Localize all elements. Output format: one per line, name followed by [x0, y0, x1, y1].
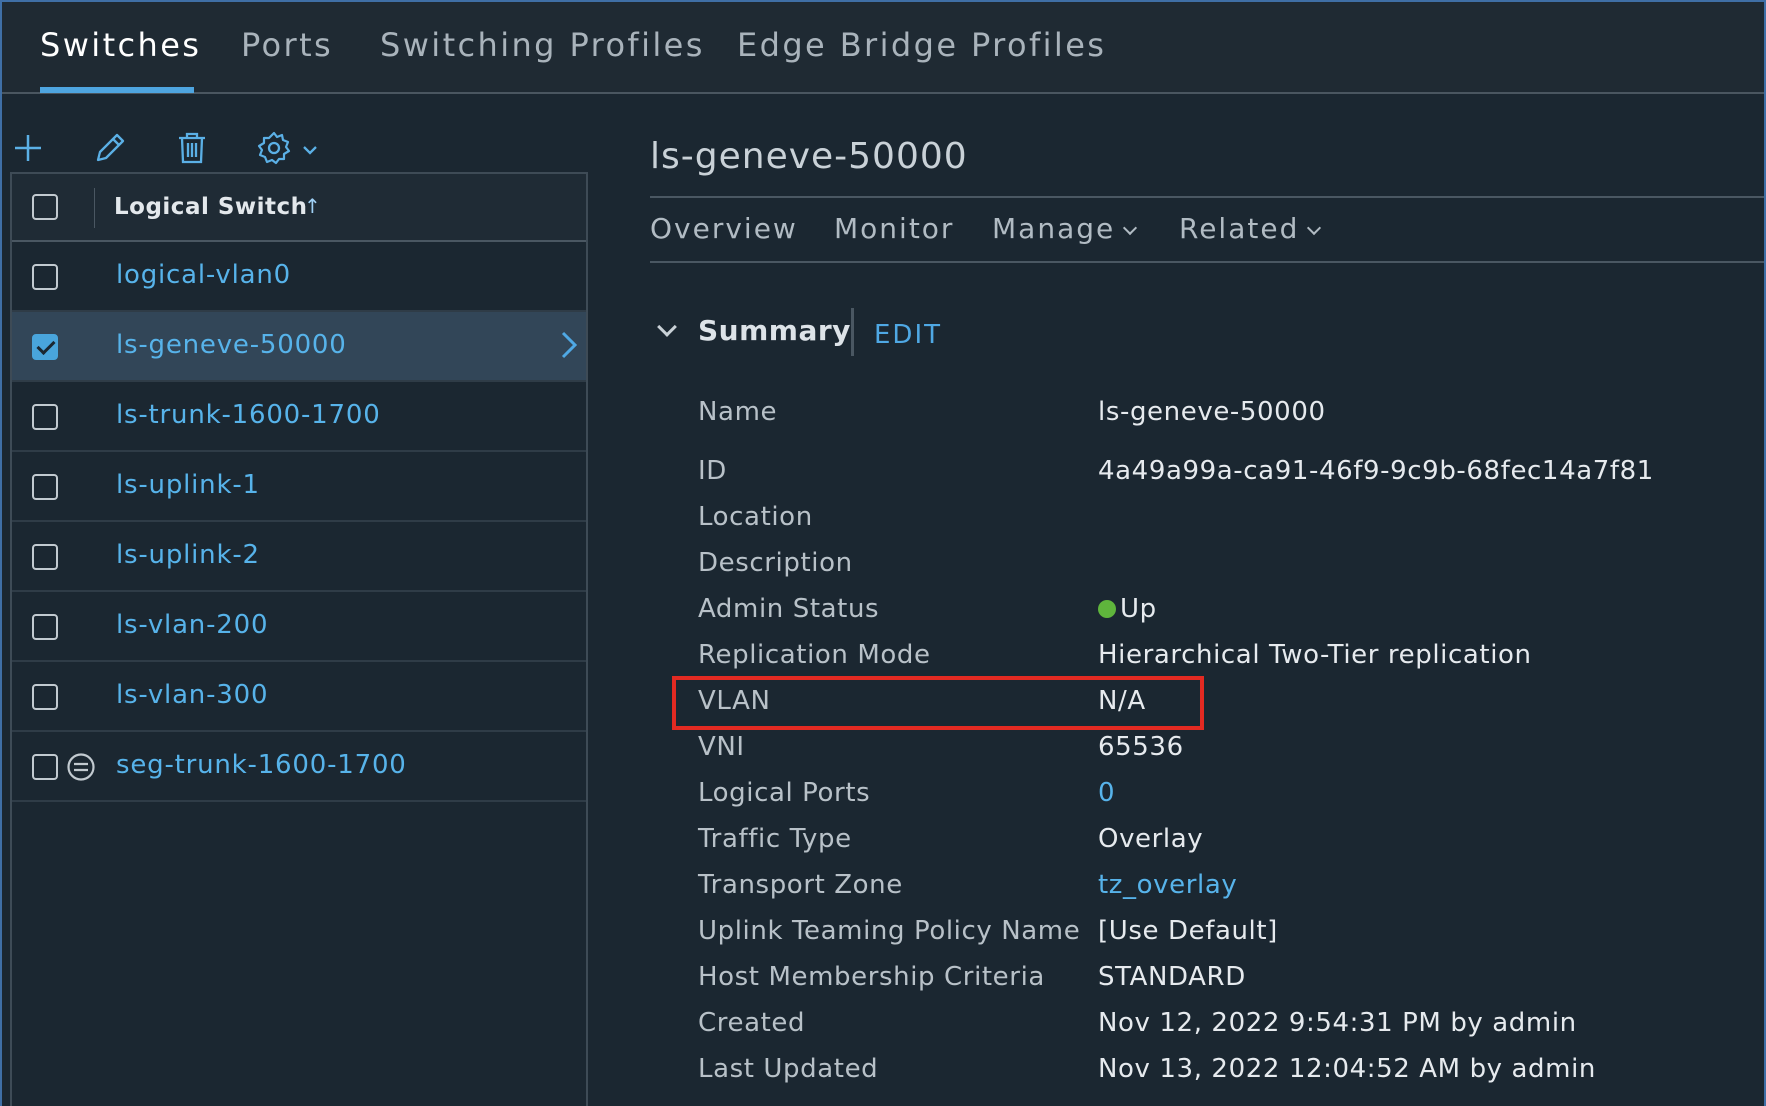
edit-button[interactable]: EDIT — [874, 320, 942, 350]
logical-ports-link[interactable]: 0 — [1098, 778, 1115, 808]
prop-label-logical-ports: Logical Ports — [698, 778, 871, 808]
tab-manage[interactable]: Manage — [992, 212, 1138, 245]
collapse-chevron-icon[interactable] — [657, 317, 677, 337]
table-row-selected[interactable]: ls-geneve-50000 — [12, 312, 586, 382]
tab-monitor[interactable]: Monitor — [834, 212, 954, 245]
table-row[interactable]: ls-uplink-1 — [12, 452, 586, 522]
trash-icon[interactable] — [174, 130, 210, 166]
tab-overview[interactable]: Overview — [650, 212, 798, 245]
tab-switching-profiles[interactable]: Switching Profiles — [380, 26, 705, 64]
summary-divider — [851, 308, 854, 356]
table-row[interactable]: seg-trunk-1600-1700 — [12, 732, 586, 802]
tab-switches[interactable]: Switches — [40, 26, 201, 64]
table-row[interactable]: ls-vlan-300 — [12, 662, 586, 732]
prop-value-name: ls-geneve-50000 — [1098, 397, 1326, 427]
tab-related[interactable]: Related — [1179, 212, 1322, 245]
prop-label-last-updated: Last Updated — [698, 1054, 879, 1084]
row-label[interactable]: ls-vlan-200 — [116, 610, 268, 640]
row-checkbox[interactable] — [32, 474, 58, 500]
row-label[interactable]: logical-vlan0 — [116, 260, 291, 290]
prop-value-admin-status: Up — [1098, 594, 1157, 624]
prop-value-created: Nov 12, 2022 9:54:31 PM by admin — [1098, 1008, 1577, 1038]
tab-ports[interactable]: Ports — [241, 26, 333, 64]
list-header: Logical Switch ↑ — [12, 174, 586, 242]
tabs-divider — [650, 261, 1764, 263]
prop-label-name: Name — [698, 397, 778, 427]
prop-value-last-updated: Nov 13, 2022 12:04:52 AM by admin — [1098, 1054, 1596, 1084]
row-checkbox[interactable] — [32, 614, 58, 640]
table-row[interactable]: logical-vlan0 — [12, 242, 586, 312]
prop-value-vni: 65536 — [1098, 732, 1184, 762]
chevron-right-icon[interactable] — [558, 328, 580, 362]
row-checkbox[interactable] — [32, 264, 58, 290]
prop-value-id: 4a49a99a-ca91-46f9-9c9b-68fec14a7f81 — [1098, 456, 1654, 486]
row-checkbox[interactable] — [32, 404, 58, 430]
sort-ascending-icon[interactable]: ↑ — [304, 194, 321, 218]
prop-value-traffic-type: Overlay — [1098, 824, 1204, 854]
row-checkbox[interactable] — [32, 544, 58, 570]
row-checkbox[interactable] — [32, 754, 58, 780]
tab-edge-bridge-profiles[interactable]: Edge Bridge Profiles — [737, 26, 1106, 64]
row-checkbox[interactable] — [32, 684, 58, 710]
prop-label-created: Created — [698, 1008, 806, 1038]
prop-label-uplink-teaming-policy: Uplink Teaming Policy Name — [698, 916, 1081, 946]
table-row[interactable]: ls-trunk-1600-1700 — [12, 382, 586, 452]
row-label[interactable]: ls-uplink-2 — [116, 540, 260, 570]
logical-switch-list: Logical Switch ↑ logical-vlan0 ls-geneve… — [10, 172, 588, 1106]
prop-label-description: Description — [698, 548, 853, 578]
top-tab-bar: Switches Ports Switching Profiles Edge B… — [2, 2, 1764, 94]
prop-label-host-membership: Host Membership Criteria — [698, 962, 1045, 992]
prop-label-replication-mode: Replication Mode — [698, 640, 931, 670]
row-label[interactable]: ls-trunk-1600-1700 — [116, 400, 381, 430]
active-tab-indicator — [40, 87, 194, 93]
select-all-checkbox[interactable] — [32, 194, 58, 220]
prop-value-uplink-teaming-policy: [Use Default] — [1098, 916, 1278, 946]
gear-icon[interactable] — [256, 130, 292, 166]
prop-label-admin-status: Admin Status — [698, 594, 880, 624]
plus-icon[interactable] — [10, 130, 46, 166]
table-row[interactable]: ls-vlan-200 — [12, 592, 586, 662]
admin-status-text: Up — [1120, 594, 1157, 624]
chevron-down-icon — [1123, 220, 1138, 236]
prop-label-id: ID — [698, 456, 727, 486]
prop-label-location: Location — [698, 502, 813, 532]
prop-label-traffic-type: Traffic Type — [698, 824, 852, 854]
prop-value-host-membership: STANDARD — [1098, 962, 1246, 992]
summary-heading: Summary — [698, 314, 851, 347]
chevron-down-icon[interactable] — [300, 140, 320, 160]
row-label[interactable]: ls-geneve-50000 — [116, 330, 347, 360]
chevron-down-icon — [1307, 220, 1322, 236]
title-divider — [650, 196, 1764, 198]
prop-label-transport-zone: Transport Zone — [698, 870, 903, 900]
disabled-icon — [67, 753, 95, 781]
app-frame: Switches Ports Switching Profiles Edge B… — [0, 0, 1766, 1106]
pencil-icon[interactable] — [92, 130, 128, 166]
table-row[interactable]: ls-uplink-2 — [12, 522, 586, 592]
row-label[interactable]: ls-uplink-1 — [116, 470, 260, 500]
row-label[interactable]: seg-trunk-1600-1700 — [116, 750, 407, 780]
status-up-icon — [1098, 600, 1116, 618]
prop-value-replication-mode: Hierarchical Two-Tier replication — [1098, 640, 1532, 670]
prop-value-vlan: N/A — [1098, 686, 1146, 716]
header-divider — [94, 188, 95, 228]
detail-title: ls-geneve-50000 — [650, 136, 968, 177]
column-header-logical-switch[interactable]: Logical Switch — [114, 194, 308, 220]
tab-related-label: Related — [1179, 212, 1300, 245]
transport-zone-link[interactable]: tz_overlay — [1098, 870, 1237, 900]
row-checkbox[interactable] — [32, 334, 58, 360]
tab-manage-label: Manage — [992, 212, 1116, 245]
prop-label-vni: VNI — [698, 732, 745, 762]
row-label[interactable]: ls-vlan-300 — [116, 680, 268, 710]
prop-label-vlan: VLAN — [698, 686, 771, 716]
